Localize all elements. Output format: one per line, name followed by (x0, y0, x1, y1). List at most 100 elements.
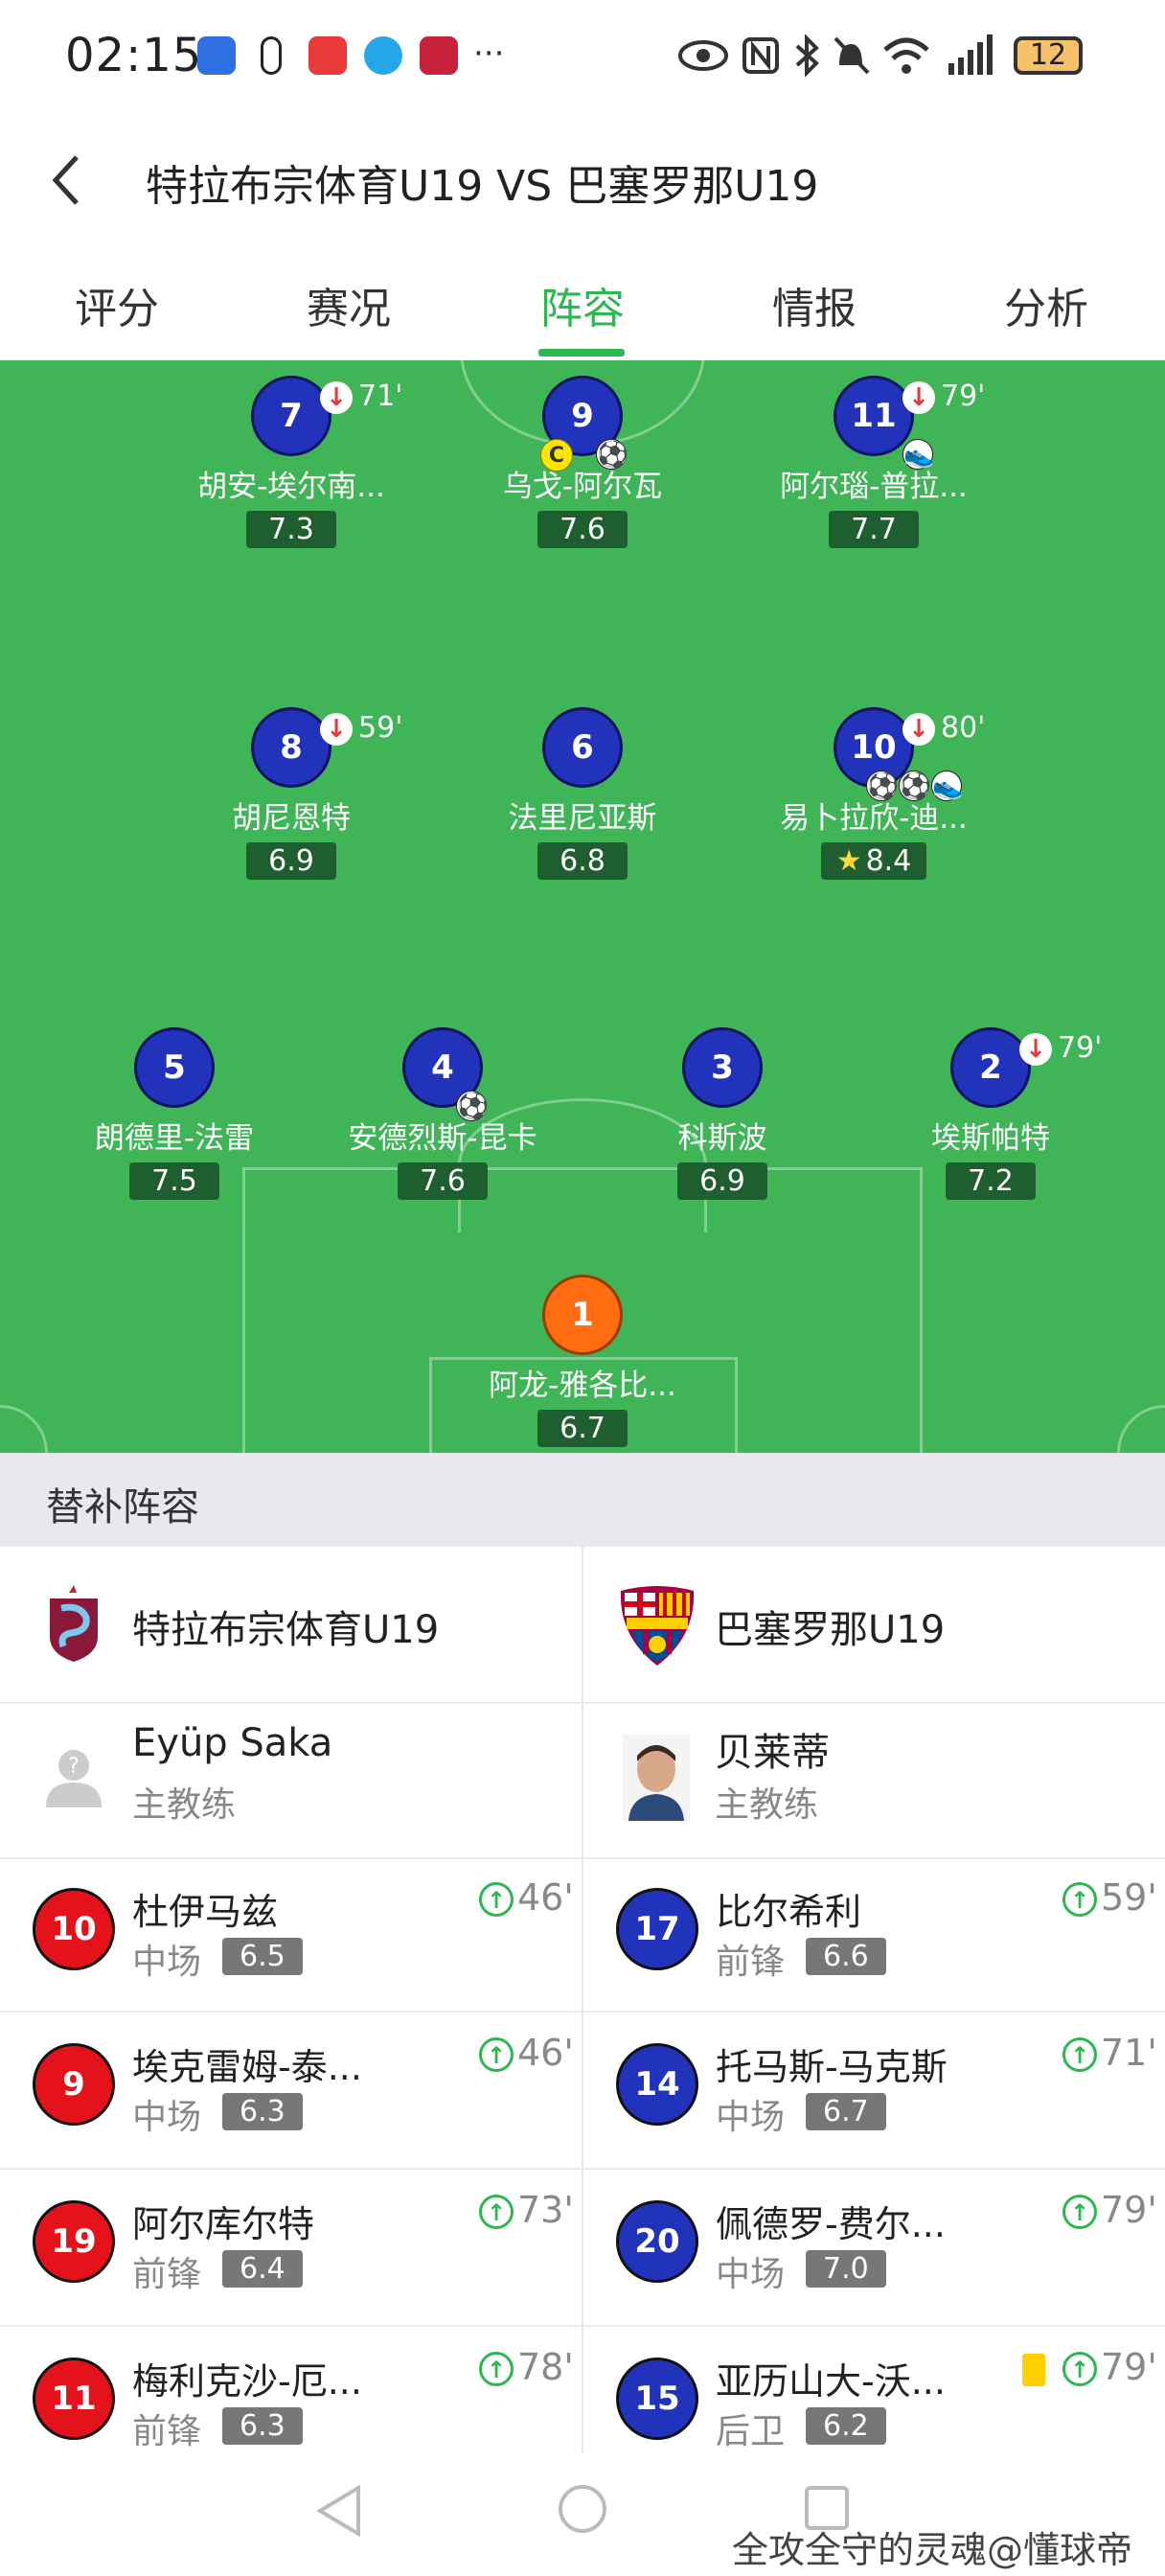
status-bar: 02:15 ··· 12 (0, 0, 1165, 115)
link-icon (261, 36, 282, 75)
player-card[interactable]: 8 ↓ 59' 胡尼恩特 6.9 (176, 707, 406, 880)
player-rating: 7.2 (946, 1162, 1036, 1200)
sub-number: 10 (33, 1888, 115, 1970)
player-card[interactable]: 4 ⚽ 安德烈斯-昆卡 7.6 (328, 1027, 558, 1200)
sub-row[interactable]: 17 比尔希利 前锋 6.6 ↑ 59' (583, 1857, 1165, 2012)
sub-in-minute: 79' (1101, 2189, 1157, 2231)
sub-position: 中场 (716, 2255, 786, 2294)
tab-intel[interactable]: 情报 (738, 274, 891, 335)
sub-in-minute: 78' (517, 2346, 574, 2388)
sub-number: 11 (33, 2358, 115, 2440)
tab-match-events[interactable]: 赛况 (272, 274, 425, 335)
player-card[interactable]: 6 法里尼亚斯 6.8 (468, 707, 697, 880)
player-name: 胡安-埃尔南... (197, 470, 385, 504)
sub-row[interactable]: 20 佩德罗-费尔... 中场 7.0 ↑ 79' (583, 2170, 1165, 2325)
sub-in-minute: 59' (1101, 1876, 1157, 1919)
mute-icon (834, 36, 870, 75)
chevron-left-icon (52, 155, 79, 205)
goal-ball-icon: ⚽ (456, 1091, 489, 1121)
player-rating: 6.9 (677, 1162, 767, 1200)
sub-row[interactable]: 19 阿尔库尔特 前锋 6.4 ↑ 73' (0, 2170, 582, 2325)
player-rating: 7.3 (246, 511, 336, 548)
goal-ball-icon: ⚽ (866, 770, 899, 801)
player-card[interactable]: 7 ↓ 71' 胡安-埃尔南... 7.3 (176, 376, 406, 548)
sub-name: 杜伊马兹 (132, 1891, 279, 1933)
barcelona-crest-icon (620, 1586, 695, 1666)
sub-rating: 7.0 (806, 2250, 886, 2288)
sub-in-minute: 46' (517, 2032, 574, 2074)
assist-boot-icon: 👟 (931, 770, 964, 801)
nav-back-icon[interactable] (312, 2482, 366, 2540)
sub-number: 17 (616, 1888, 698, 1970)
player-card[interactable]: 10 ↓ 80' ⚽ ⚽ 👟 易卜拉欣-迪... ★ 8.4 (759, 707, 989, 880)
player-card[interactable]: 3 科斯波 6.9 (607, 1027, 837, 1200)
yellow-card-icon (1022, 2354, 1045, 2386)
player-card[interactable]: 2 ↓ 79' 埃斯帕特 7.2 (876, 1027, 1106, 1200)
player-number: 8 (251, 707, 331, 788)
sub-position: 前锋 (132, 2255, 202, 2294)
goal-ball-icon: ⚽ (596, 439, 628, 470)
sub-position: 中场 (132, 2098, 202, 2137)
tab-ratings[interactable]: 评分 (40, 274, 194, 335)
divider (0, 1702, 1165, 1704)
player-rating: 7.6 (537, 511, 628, 548)
player-name: 埃斯帕特 (931, 1121, 1050, 1156)
back-button[interactable] (48, 151, 86, 223)
sub-out-minute: 79' (1058, 1031, 1103, 1065)
corner-arc (0, 1405, 48, 1453)
active-tab-indicator (538, 349, 625, 356)
sub-position: 前锋 (132, 2412, 202, 2451)
captain-badge: C (540, 439, 573, 472)
sub-rating: 6.2 (806, 2407, 886, 2445)
sub-name: 阿尔库尔特 (132, 2203, 315, 2245)
player-rating: 7.6 (398, 1162, 488, 1200)
sub-name: 比尔希利 (716, 1891, 862, 1933)
player-number: 3 (682, 1027, 763, 1108)
sub-in-minute: 46' (517, 1876, 574, 1919)
nav-home-icon[interactable] (556, 2482, 609, 2536)
assist-boot-icon: 👟 (902, 439, 935, 470)
tab-lineup[interactable]: 阵容 (506, 274, 659, 335)
sub-rating: 6.3 (222, 2093, 303, 2130)
player-card[interactable]: 5 朗德里-法雷 7.5 (59, 1027, 289, 1200)
player-rating: 7.7 (829, 511, 919, 548)
player-name: 阿尔瑙-普拉... (780, 470, 968, 504)
sub-name: 佩德罗-费尔... (716, 2203, 946, 2245)
corner-arc (1117, 1405, 1165, 1453)
sub-name: 托马斯-马克斯 (716, 2046, 948, 2088)
app-notification-icon (308, 36, 347, 75)
sub-row[interactable]: 14 托马斯-马克斯 中场 6.7 ↑ 71' (583, 2012, 1165, 2168)
sub-in-minute: 79' (1101, 2346, 1157, 2388)
player-name: 阿龙-雅各比... (489, 1368, 676, 1403)
sub-row[interactable]: 11 梅利克沙-厄... 前锋 6.3 ↑ 78' (0, 2327, 582, 2451)
home-team-name: 特拉布宗体育U19 (132, 1608, 440, 1652)
sub-row[interactable]: 15 亚历山大-沃... 后卫 6.2 ↑ 79' (583, 2327, 1165, 2451)
sub-rating: 6.6 (806, 1938, 886, 1975)
nfc-icon (742, 37, 779, 74)
sub-in-icon: ↑ (1062, 2195, 1097, 2229)
goal-ball-icon: ⚽ (899, 770, 931, 801)
player-name: 乌戈-阿尔瓦 (502, 470, 663, 504)
player-number: 11 (834, 376, 914, 456)
player-rating: 6.8 (537, 842, 628, 880)
signal-icon (948, 34, 993, 75)
player-card[interactable]: 11 ↓ 79' 👟 阿尔瑙-普拉... 7.7 (759, 376, 989, 548)
tab-analysis[interactable]: 分析 (970, 274, 1123, 335)
sub-out-minute: 59' (358, 711, 403, 745)
sub-rating: 6.3 (222, 2407, 303, 2445)
trabzonspor-crest-icon (50, 1585, 98, 1662)
pitch: 7 ↓ 71' 胡安-埃尔南... 7.3 9 C ⚽ 乌戈-阿尔瓦 7.6 1… (0, 360, 1165, 1453)
player-name: 朗德里-法雷 (94, 1121, 255, 1156)
player-card[interactable]: 1 阿龙-雅各比... 6.7 (468, 1275, 697, 1447)
player-card[interactable]: 9 C ⚽ 乌戈-阿尔瓦 7.6 (468, 376, 697, 548)
sub-in-minute: 73' (517, 2189, 574, 2231)
sub-row[interactable]: 9 埃克雷姆-泰... 中场 6.3 ↑ 46' (0, 2012, 582, 2168)
player-rating: 6.7 (537, 1410, 628, 1447)
sub-in-icon: ↑ (479, 2195, 514, 2229)
sub-row[interactable]: 10 杜伊马兹 中场 6.5 ↑ 46' (0, 1857, 582, 2012)
chat-icon (364, 36, 402, 75)
sub-number: 14 (616, 2043, 698, 2126)
sub-name: 梅利克沙-厄... (132, 2360, 362, 2403)
player-number: 5 (134, 1027, 215, 1108)
sub-name: 埃克雷姆-泰... (132, 2046, 362, 2088)
